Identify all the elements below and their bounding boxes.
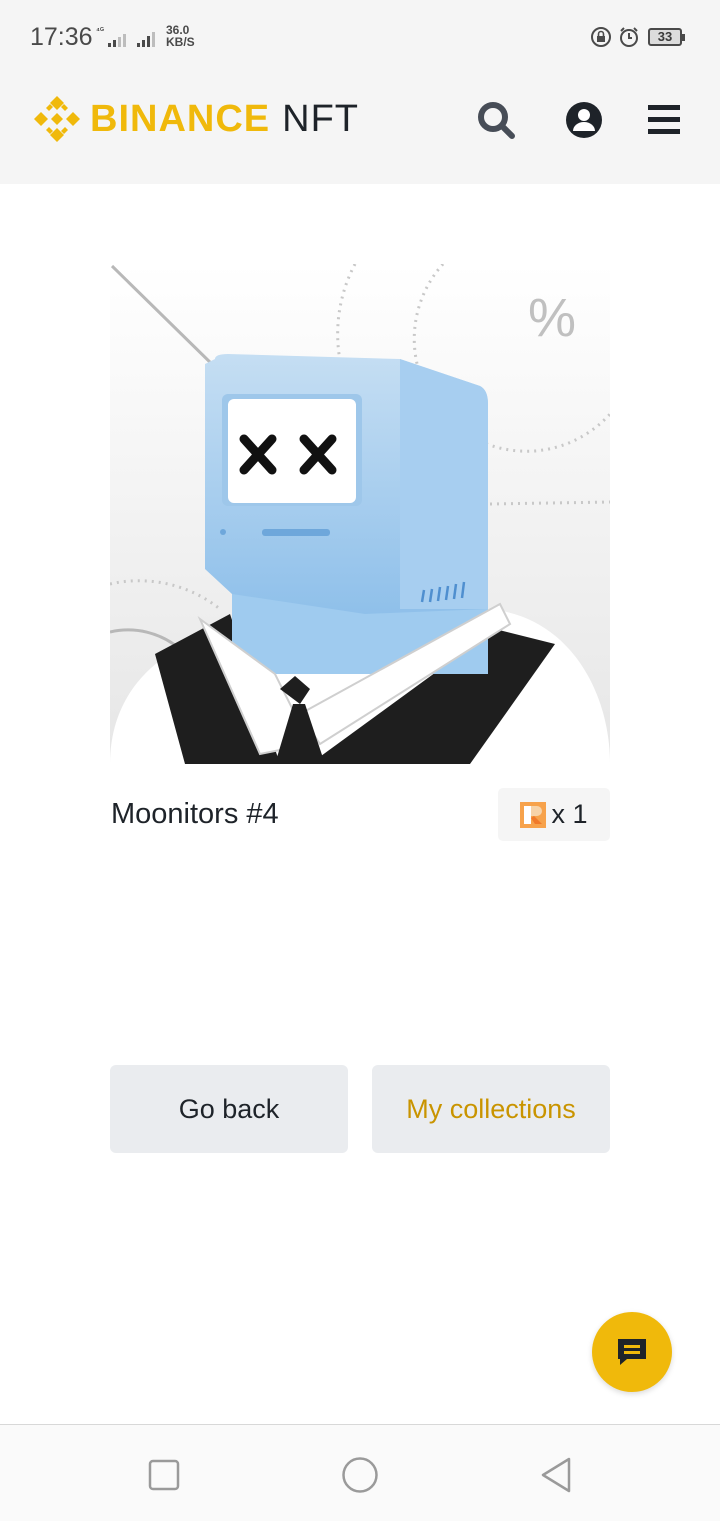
binance-logo-icon [34, 96, 80, 142]
signal-icon [108, 34, 126, 47]
nft-count: x 1 [551, 799, 588, 829]
alarm-icon [620, 27, 638, 47]
chat-icon [618, 1339, 646, 1365]
chat-button[interactable] [592, 1312, 672, 1392]
rarity-r-icon [520, 801, 547, 828]
brand-name: BINANCE [90, 97, 271, 140]
search-button[interactable] [474, 98, 518, 142]
system-nav-bar [0, 1424, 720, 1521]
menu-icon [648, 105, 680, 134]
svg-text:%: % [528, 288, 576, 348]
network-type: ⁴ᴳ [96, 26, 104, 35]
signal-icon [137, 32, 155, 47]
app-header: BINANCE NFT [0, 56, 720, 184]
back-button[interactable] [536, 1455, 576, 1495]
binance-nft-logo[interactable]: BINANCE NFT [32, 94, 359, 144]
status-bar: 17:36 ⁴ᴳ 36.0 KB/S 33 [0, 0, 720, 56]
network-speed: 36.0 KB/S [166, 24, 195, 48]
lock-rotation-icon [591, 27, 611, 47]
go-back-button[interactable]: Go back [110, 1065, 348, 1153]
recent-apps-button[interactable] [144, 1455, 184, 1495]
nft-title: Moonitors #4 [111, 798, 279, 830]
home-button[interactable] [340, 1455, 380, 1495]
recent-apps-icon [148, 1459, 180, 1491]
status-time: 17:36 [30, 23, 93, 51]
search-icon [478, 102, 515, 139]
account-icon [566, 102, 602, 138]
nft-artwork[interactable]: % [110, 264, 610, 764]
nft-quantity-badge: x 1 [498, 788, 610, 841]
home-icon [342, 1457, 378, 1493]
speed-unit: KB/S [166, 35, 195, 49]
account-button[interactable] [562, 98, 606, 142]
menu-button[interactable] [642, 98, 686, 142]
my-collections-button[interactable]: My collections [372, 1065, 610, 1153]
battery-indicator: 33 [648, 28, 685, 46]
back-icon [541, 1457, 571, 1493]
product-name: NFT [282, 97, 359, 140]
